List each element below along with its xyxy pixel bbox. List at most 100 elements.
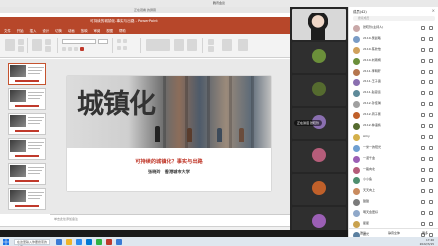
- participant-row[interactable]: 2111-李明轩: [349, 67, 438, 78]
- microphone-icon[interactable]: [421, 178, 425, 183]
- camera-icon[interactable]: [429, 113, 433, 118]
- participant-row[interactable]: 天天向上: [349, 186, 438, 197]
- camera-icon[interactable]: [429, 200, 433, 205]
- camera-icon[interactable]: [429, 134, 433, 139]
- participants-footer-button[interactable]: 静音全体: [388, 231, 400, 235]
- reset-icon[interactable]: [45, 46, 51, 52]
- camera-icon[interactable]: [429, 47, 433, 52]
- replace-icon[interactable]: [208, 46, 214, 52]
- menu-item[interactable]: 审阅: [93, 28, 100, 33]
- microphone-icon[interactable]: [421, 58, 425, 63]
- participant-row[interactable]: 2112-周子豪: [349, 110, 438, 121]
- microphone-icon[interactable]: [421, 189, 425, 194]
- taskbar-search-input[interactable]: 在这里输入你要搜索的内容: [14, 238, 50, 246]
- video-tile[interactable]: [292, 9, 346, 40]
- microphone-icon[interactable]: [421, 200, 425, 205]
- menu-item[interactable]: 文件: [4, 28, 11, 33]
- microphone-icon[interactable]: [421, 145, 425, 150]
- camera-icon[interactable]: [429, 156, 433, 161]
- camera-icon[interactable]: [429, 91, 433, 96]
- speaker-notes[interactable]: 单击此处添加备注: [50, 214, 290, 226]
- taskbar-app-icon[interactable]: [116, 238, 122, 245]
- taskbar-clock[interactable]: 17:26 2022/3/15: [420, 238, 434, 246]
- quick-styles-icon[interactable]: [187, 39, 197, 51]
- participant-row[interactable]: 2110-刘雨桐: [349, 56, 438, 67]
- italic-icon[interactable]: [68, 47, 72, 51]
- slide-thumbnail[interactable]: 5: [8, 163, 46, 185]
- camera-icon[interactable]: [429, 102, 433, 107]
- menu-item[interactable]: 设计: [42, 28, 49, 33]
- camera-icon[interactable]: [429, 26, 433, 30]
- camera-icon[interactable]: [429, 69, 433, 74]
- microphone-icon[interactable]: [421, 222, 425, 227]
- slide-thumbnail[interactable]: 3: [8, 113, 46, 135]
- video-tile[interactable]: [292, 141, 346, 172]
- camera-icon[interactable]: [429, 178, 433, 183]
- windows-start-icon[interactable]: [3, 239, 9, 245]
- microphone-icon[interactable]: [421, 69, 425, 74]
- align-center-icon[interactable]: [123, 46, 127, 50]
- camera-icon[interactable]: [429, 124, 433, 129]
- layout-icon[interactable]: [45, 39, 51, 45]
- bold-icon[interactable]: [62, 47, 66, 51]
- microphone-icon[interactable]: [421, 113, 425, 118]
- menu-item[interactable]: 切换: [55, 28, 62, 33]
- participant-row[interactable]: 一诺千金: [349, 154, 438, 165]
- bullets-icon[interactable]: [117, 39, 121, 43]
- microphone-icon[interactable]: [421, 156, 425, 161]
- participant-row[interactable]: 2111-王子涵: [349, 77, 438, 88]
- camera-icon[interactable]: [429, 222, 433, 227]
- participant-row[interactable]: Amy: [349, 132, 438, 143]
- video-tile[interactable]: [292, 75, 346, 106]
- taskbar-app-icon[interactable]: [96, 238, 102, 245]
- close-icon[interactable]: ×: [432, 8, 435, 13]
- dictate-icon[interactable]: [222, 39, 232, 51]
- microphone-icon[interactable]: [421, 134, 425, 139]
- video-tile[interactable]: [292, 174, 346, 205]
- align-left-icon[interactable]: [117, 46, 121, 50]
- camera-icon[interactable]: [429, 145, 433, 150]
- menu-item[interactable]: 开始: [17, 28, 24, 33]
- font-size-select[interactable]: [98, 39, 108, 44]
- menu-item[interactable]: 帮助: [119, 28, 126, 33]
- font-family-select[interactable]: [62, 39, 96, 44]
- camera-icon[interactable]: [429, 167, 433, 172]
- slide-thumbnail[interactable]: 4: [8, 138, 46, 160]
- camera-icon[interactable]: [429, 189, 433, 194]
- menu-item[interactable]: 放映: [81, 28, 88, 33]
- microphone-icon[interactable]: [421, 26, 425, 30]
- camera-icon[interactable]: [429, 211, 433, 216]
- participant-row[interactable]: 2112-林语嫣: [349, 121, 438, 132]
- taskbar-app-icon[interactable]: [106, 238, 112, 245]
- arrange-icon[interactable]: [174, 39, 184, 51]
- participant-row[interactable]: 一路向北: [349, 165, 438, 176]
- participant-row[interactable]: 2111-赵思远: [349, 88, 438, 99]
- camera-icon[interactable]: [429, 58, 433, 63]
- taskbar-app-icon[interactable]: [86, 238, 92, 245]
- taskbar-app-icon[interactable]: [56, 238, 62, 245]
- taskbar-app-icon[interactable]: [66, 238, 72, 245]
- menu-item[interactable]: 视图: [106, 28, 113, 33]
- slide-thumbnail[interactable]: 1: [8, 63, 46, 85]
- microphone-icon[interactable]: [421, 80, 425, 85]
- designer-icon[interactable]: [238, 39, 248, 51]
- microphone-icon[interactable]: [421, 36, 425, 41]
- taskbar-app-icon[interactable]: [76, 238, 82, 245]
- microphone-icon[interactable]: [421, 47, 425, 52]
- participant-row[interactable]: 2112-孙佳琪: [349, 99, 438, 110]
- current-slide[interactable]: 城镇化 可持续的城镇化？事实与出路 张晓玲 香港城市大学: [67, 76, 271, 191]
- participant-row[interactable]: 2110-吴晨曦: [349, 34, 438, 45]
- cut-icon[interactable]: [18, 39, 24, 45]
- video-tile[interactable]: [292, 42, 346, 73]
- slide-thumbnail[interactable]: 6: [8, 188, 46, 210]
- microphone-icon[interactable]: [421, 167, 425, 172]
- participant-row[interactable]: 一米一的阳光: [349, 143, 438, 154]
- menu-item[interactable]: 动画: [68, 28, 75, 33]
- slide-thumbnail[interactable]: 2: [8, 88, 46, 110]
- participants-footer-button[interactable]: 邀请: [360, 231, 366, 235]
- camera-icon[interactable]: [429, 80, 433, 85]
- participant-row[interactable]: 张晓玲(主持人): [349, 23, 438, 34]
- participant-row[interactable]: 小小鱼: [349, 175, 438, 186]
- menu-item[interactable]: 插入: [30, 28, 37, 33]
- copy-icon[interactable]: [18, 46, 24, 52]
